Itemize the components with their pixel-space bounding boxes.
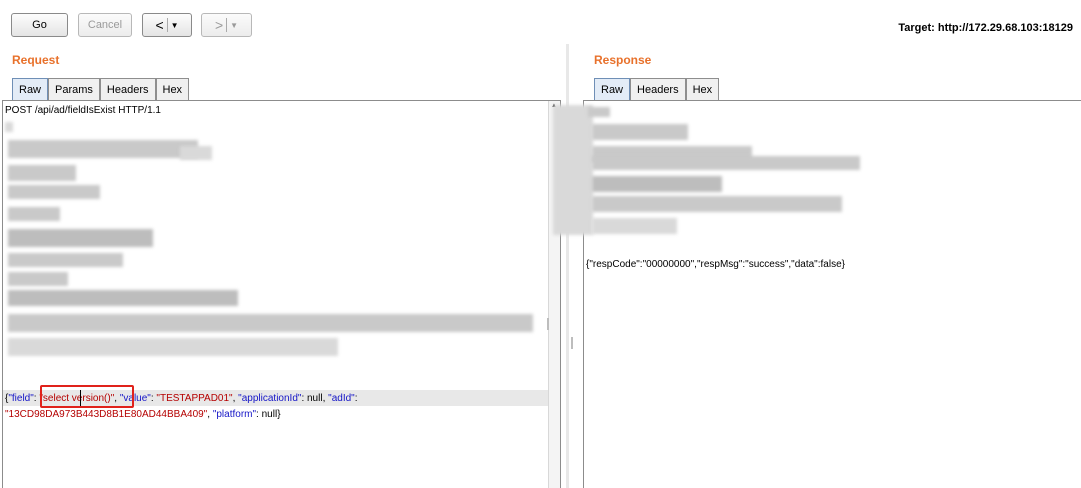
request-tab-headers[interactable]: Headers [99,78,156,100]
forward-button[interactable]: > ▼ [201,13,252,37]
redacted-block [592,196,842,212]
request-title: Request [12,53,60,67]
redacted-block [592,124,688,140]
redacted-block [592,218,677,234]
redacted-block [5,122,13,132]
back-button[interactable]: < ▼ [142,13,192,37]
cancel-button-label: Cancel [87,19,123,31]
request-line: POST /api/ad/fieldIsExist HTTP/1.1 [5,105,161,116]
request-tab-hex[interactable]: Hex [155,78,190,100]
redacted-block [8,272,68,286]
back-arrow-icon: < [155,17,164,33]
redacted-block [8,253,123,267]
redacted-block [180,146,212,160]
request-tab-raw[interactable]: Raw [12,78,49,100]
forward-arrow-icon: > [214,17,224,33]
request-body-line-2: "13CD98DA973B443D8B1E80AD44BBA409", "pla… [5,409,281,420]
json-value-adid: "13CD98DA973B443D8B1E80AD44BBA409" [5,409,208,420]
json-brace: } [277,409,281,420]
annotation-highlight-box [40,385,134,408]
redacted-block [8,314,533,332]
forward-dropdown-icon[interactable]: ▼ [230,21,238,30]
request-tab-params[interactable]: Params [48,78,100,100]
request-tabs: Raw Params Headers Hex [12,78,190,100]
redacted-block [8,229,153,247]
back-dropdown-icon[interactable]: ▼ [171,21,179,30]
forward-separator [226,18,228,32]
go-button[interactable]: Go [11,13,68,37]
redacted-block [8,140,198,158]
redacted-block [8,338,338,356]
redacted-block [8,165,76,181]
splitter-handle-icon [547,318,549,330]
cancel-button[interactable]: Cancel [78,13,132,37]
redacted-block [8,290,238,306]
json-key-platform: "platform" [212,409,257,420]
go-button-label: Go [32,19,47,31]
text-caret [80,390,81,406]
toolbar: Go Cancel < ▼ > ▼ Target: http://172.29.… [0,0,1081,50]
splitter-handle-icon[interactable] [571,337,573,349]
json-key-applicationid: "applicationId" [238,393,302,404]
redacted-block [553,105,593,235]
response-title: Response [594,53,652,67]
response-tab-raw[interactable]: Raw [594,78,631,100]
redacted-block [592,176,722,192]
redacted-block [588,107,610,117]
redacted-block [592,156,860,170]
response-body: {"respCode":"00000000","respMsg":"succes… [586,259,845,270]
target-label[interactable]: Target: http://172.29.68.103:18129 [898,22,1073,34]
json-key-adid: "adId" [328,393,355,404]
response-tab-headers[interactable]: Headers [630,78,686,100]
json-value-platform: null [261,409,278,420]
redacted-block [8,207,60,221]
back-separator [166,18,168,32]
response-tabs: Raw Headers Hex [594,78,720,100]
json-value-value: "TESTAPPAD01" [156,393,233,404]
json-value-applicationid: null [307,393,323,404]
json-key-field: "field" [8,393,34,404]
redacted-block [8,185,100,199]
response-tab-hex[interactable]: Hex [685,78,720,100]
